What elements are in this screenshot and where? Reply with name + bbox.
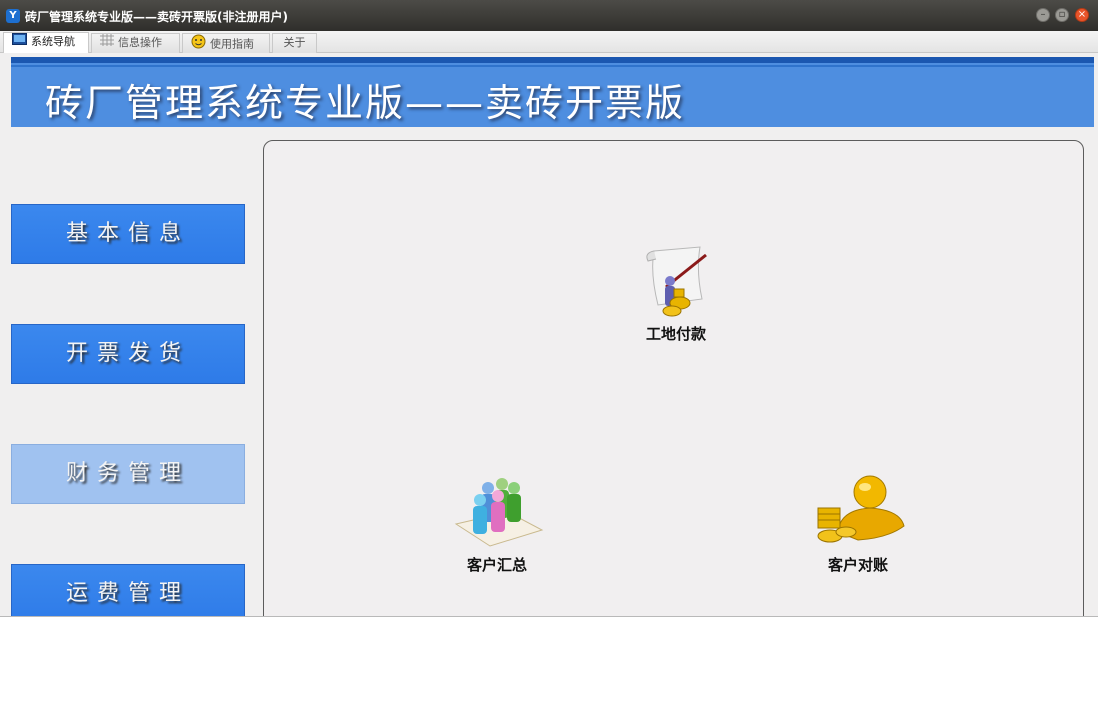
tab-label: 使用指南 xyxy=(210,37,254,51)
content-panel: 工地付款 客户汇总 客户对账 xyxy=(263,140,1084,616)
item-label: 客户对账 xyxy=(827,556,888,574)
customer-reconcile-item[interactable]: 客户对账 xyxy=(810,474,906,575)
nav-finance-button[interactable]: 财务管理 xyxy=(11,444,245,504)
item-label: 客户汇总 xyxy=(466,556,527,574)
title-bar[interactable]: Y 砖厂管理系统专业版——卖砖开票版(非注册用户) – ▫ × xyxy=(0,0,1098,31)
smiley-icon xyxy=(191,34,206,55)
close-button[interactable]: × xyxy=(1075,8,1089,22)
app-logo-icon: Y xyxy=(6,9,20,23)
header-banner: 砖厂管理系统专业版——卖砖开票版 xyxy=(11,57,1094,127)
customer-summary-item[interactable]: 客户汇总 xyxy=(452,474,544,575)
window-title: 砖厂管理系统专业版——卖砖开票版(非注册用户) xyxy=(25,10,288,24)
tab-system-navigation[interactable]: 系统导航 xyxy=(3,32,89,53)
nav-freight-button[interactable]: 运费管理 xyxy=(11,564,245,616)
monitor-icon xyxy=(12,33,27,51)
grid-icon xyxy=(100,34,114,52)
close-icon: × xyxy=(1077,9,1087,20)
banner-title: 砖厂管理系统专业版——卖砖开票版 xyxy=(45,81,686,125)
item-label: 工地付款 xyxy=(645,325,706,343)
tab-bar: 系统导航 信息操作 使用指南 关于 xyxy=(0,31,1098,53)
tab-label: 信息操作 xyxy=(118,36,162,49)
tab-user-guide[interactable]: 使用指南 xyxy=(182,33,270,53)
maximize-icon: ▫ xyxy=(1058,9,1066,20)
minimize-icon: – xyxy=(1040,9,1046,20)
site-payment-item[interactable]: 工地付款 xyxy=(636,243,716,344)
banner-stripe xyxy=(11,57,1094,63)
tab-about[interactable]: 关于 xyxy=(272,33,317,53)
payment-scroll-icon xyxy=(640,246,712,323)
banner-stripe xyxy=(11,65,1094,67)
gold-coins-icon xyxy=(810,475,906,554)
nav-invoice-delivery-button[interactable]: 开票发货 xyxy=(11,324,245,384)
customer-group-icon xyxy=(452,478,544,554)
nav-basic-info-button[interactable]: 基本信息 xyxy=(11,204,245,264)
tab-label: 关于 xyxy=(283,36,306,49)
tab-info-operation[interactable]: 信息操作 xyxy=(91,33,180,53)
tab-label: 系统导航 xyxy=(31,35,75,48)
maximize-button[interactable]: ▫ xyxy=(1055,8,1069,22)
app-window: Y 砖厂管理系统专业版——卖砖开票版(非注册用户) – ▫ × 系统导航 信息操… xyxy=(0,0,1098,617)
minimize-button[interactable]: – xyxy=(1036,8,1050,22)
